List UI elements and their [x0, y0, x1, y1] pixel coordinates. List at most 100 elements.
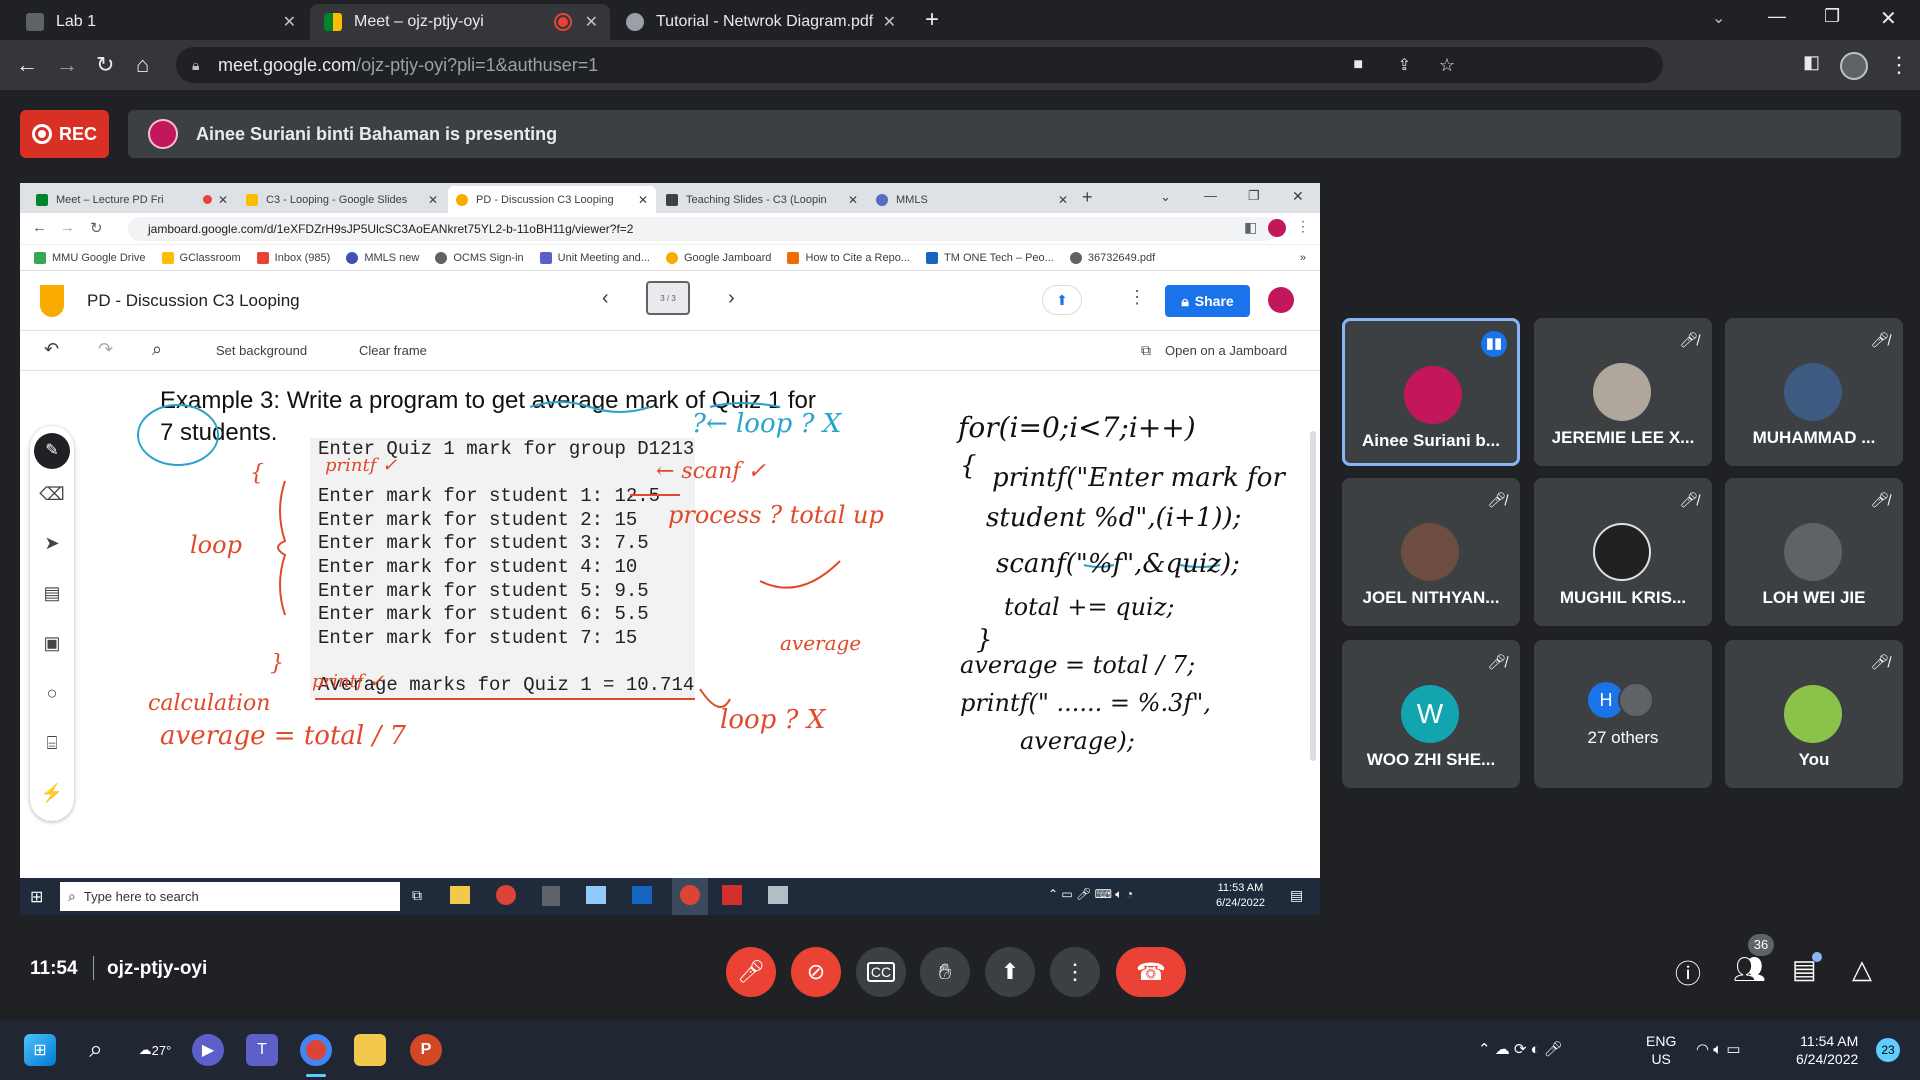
tray-icons[interactable]: ⌃ ☁ ⟳ ◐ 🎤︎	[1478, 1040, 1563, 1058]
close-icon[interactable]: ✕	[883, 12, 896, 32]
teams-icon[interactable]: T	[246, 1034, 278, 1066]
classroom-icon	[161, 251, 174, 264]
windows-taskbar: ⊞ ⌕ ☁ 27° ▶ T P ⌃ ☁ ⟳ ◐ 🎤︎ ENG US ◠ 🔈︎ ▭ …	[0, 1020, 1920, 1080]
camera-toggle-button[interactable]: ⊘	[791, 947, 841, 997]
jamboard-header: PD - Discussion C3 Looping ‹ 3 / 3 › ⬆ ⋮…	[20, 271, 1320, 331]
tab-lab-1[interactable]: Lab 1 ✕	[12, 4, 308, 40]
tab-title: MMLS	[896, 193, 928, 206]
network-volume-battery-icons[interactable]: ◠ 🔈︎ ▭	[1696, 1040, 1741, 1058]
ink-code-line: total += quiz;	[1004, 593, 1175, 621]
participant-tile[interactable]: 🎤︎̸ MUGHIL KRIS...	[1534, 478, 1712, 626]
mic-off-icon: 🎤︎̸	[1487, 492, 1507, 509]
globe-icon	[1069, 251, 1082, 264]
back-icon[interactable]: ←	[16, 52, 38, 78]
ink-code-line: average);	[1020, 727, 1135, 755]
participant-tile-others[interactable]: H 27 others	[1534, 640, 1712, 788]
more-menu-icon: ⋮	[1128, 287, 1146, 307]
bookmark-star-icon[interactable]: ☆	[1439, 55, 1455, 76]
notification-badge[interactable]: 23	[1876, 1038, 1900, 1062]
forward-icon: →	[60, 219, 75, 236]
task-view-icon: ⧉	[412, 887, 422, 903]
file-explorer-icon	[450, 886, 470, 904]
participant-avatar	[1593, 363, 1651, 421]
language-indicator[interactable]: ENG US	[1646, 1032, 1676, 1068]
jamboard-toolbar: ↶ ↷ ⌕ Set background Clear frame ⧉ Open …	[20, 331, 1320, 371]
file-explorer-icon[interactable]	[354, 1034, 386, 1066]
meeting-time: 11:54	[30, 958, 78, 979]
rec-badge[interactable]: REC	[20, 110, 109, 158]
participant-tile[interactable]: 🎤︎̸ JEREMIE LEE X...	[1534, 318, 1712, 466]
tab-meet[interactable]: Meet – ojz-ptjy-oyi ✕	[310, 4, 610, 40]
camera-icon[interactable]: ■	[1353, 56, 1363, 74]
home-icon[interactable]: ⌂	[136, 52, 149, 78]
close-icon: ✕	[847, 192, 858, 207]
tab-search-icon[interactable]: ⌄	[1712, 8, 1725, 28]
mic-off-icon: 🎤︎̸	[1487, 654, 1507, 671]
participant-tile-self[interactable]: 🎤︎̸ You	[1725, 640, 1903, 788]
reload-icon[interactable]: ↻	[96, 52, 114, 78]
scrollbar	[1310, 431, 1316, 761]
prev-frame-icon: ‹	[602, 287, 609, 309]
weather-widget[interactable]: ☁ 27°	[136, 1034, 174, 1066]
shared-tab: PD - Discussion C3 Looping ✕	[448, 186, 656, 213]
globe-icon	[876, 193, 888, 206]
participant-tile[interactable]: 🎤︎̸ W WOO ZHI SHE...	[1342, 640, 1520, 788]
search-icon[interactable]: ⌕	[80, 1034, 112, 1066]
participant-name: WOO ZHI SHE...	[1366, 750, 1496, 769]
system-clock[interactable]: 11:54 AM 6/24/2022	[1796, 1032, 1858, 1068]
participant-name: LOH WEI JIE	[1762, 588, 1866, 607]
ink-code-line: printf("Enter mark for	[992, 463, 1285, 493]
profile-avatar	[1268, 287, 1294, 313]
close-icon: ✕	[1057, 192, 1068, 207]
profile-avatar[interactable]	[1840, 52, 1868, 80]
info-icon[interactable]: ⓘ	[1675, 954, 1701, 991]
participant-tile[interactable]: ▮▮ Ainee Suriani b...	[1342, 318, 1520, 466]
globe-icon	[346, 251, 359, 264]
app-icon	[632, 886, 652, 904]
close-window-icon: ✕	[1292, 188, 1304, 204]
shared-tab-strip: Meet – Lecture PD Fri ✕ C3 - Looping - Go…	[20, 183, 1320, 213]
tab-title: Meet – ojz-ptjy-oyi	[354, 13, 484, 30]
globe-icon	[626, 13, 644, 31]
new-tab-icon[interactable]: +	[925, 6, 939, 34]
minimize-icon[interactable]: —	[1768, 6, 1786, 27]
meet-chat-icon[interactable]: ▶	[192, 1034, 224, 1066]
shared-tab: C3 - Looping - Google Slides ✕	[238, 186, 446, 213]
participant-tile[interactable]: 🎤︎̸ JOEL NITHYAN...	[1342, 478, 1520, 626]
share-page-icon[interactable]: ⇪	[1398, 55, 1411, 75]
close-window-icon[interactable]: ✕	[1880, 6, 1897, 31]
app-icon	[586, 886, 606, 904]
present-button[interactable]: ⬆	[985, 947, 1035, 997]
minimize-icon: —	[1204, 188, 1217, 203]
ink-question-loop: ?← loop ? X	[692, 409, 842, 439]
captions-button[interactable]: CC	[856, 947, 906, 997]
activities-icon[interactable]: △	[1852, 954, 1872, 985]
bookmark-label: MMU Google Drive	[52, 251, 146, 264]
lang-code: ENG	[1646, 1033, 1677, 1049]
close-icon[interactable]: ✕	[585, 12, 598, 32]
tab-tutorial-pdf[interactable]: Tutorial - Netwrok Diagram.pdf ✕	[612, 4, 908, 40]
participant-tile[interactable]: 🎤︎̸ LOH WEI JIE	[1725, 478, 1903, 626]
participant-avatar: W	[1401, 685, 1459, 743]
close-icon[interactable]: ✕	[283, 12, 296, 32]
zoom-icon: ⌕	[152, 339, 163, 359]
forward-icon[interactable]: →	[56, 52, 78, 78]
restore-icon[interactable]: ❐	[1824, 6, 1840, 27]
windows-start-icon[interactable]: ⊞	[24, 1034, 56, 1066]
participant-tile[interactable]: 🎤︎̸ MUHAMMAD ...	[1725, 318, 1903, 466]
leave-call-button[interactable]: ☎︎	[1116, 947, 1186, 997]
chrome-icon[interactable]	[300, 1034, 332, 1066]
side-panel-icon[interactable]: ◧	[1803, 52, 1820, 73]
mic-toggle-button[interactable]: 🎤︎	[726, 947, 776, 997]
powerpoint-icon[interactable]: P	[410, 1034, 442, 1066]
more-options-button[interactable]: ⋮	[1050, 947, 1100, 997]
people-icon[interactable]: 👥︎	[1733, 954, 1766, 985]
ink-code-line: average = total / 7;	[960, 651, 1196, 679]
menu-icon[interactable]: ⋮	[1888, 52, 1910, 78]
address-bar[interactable]: 🔒︎ meet.google.com/ojz-ptjy-oyi?pli=1&au…	[176, 47, 1663, 83]
more-vert-icon: ⋮	[1064, 959, 1086, 984]
participant-name: JEREMIE LEE X...	[1551, 428, 1695, 447]
participant-name: Ainee Suriani b...	[1362, 431, 1500, 450]
ink-printf: printf ✓	[312, 671, 385, 692]
raise-hand-button[interactable]: ✋︎	[920, 947, 970, 997]
